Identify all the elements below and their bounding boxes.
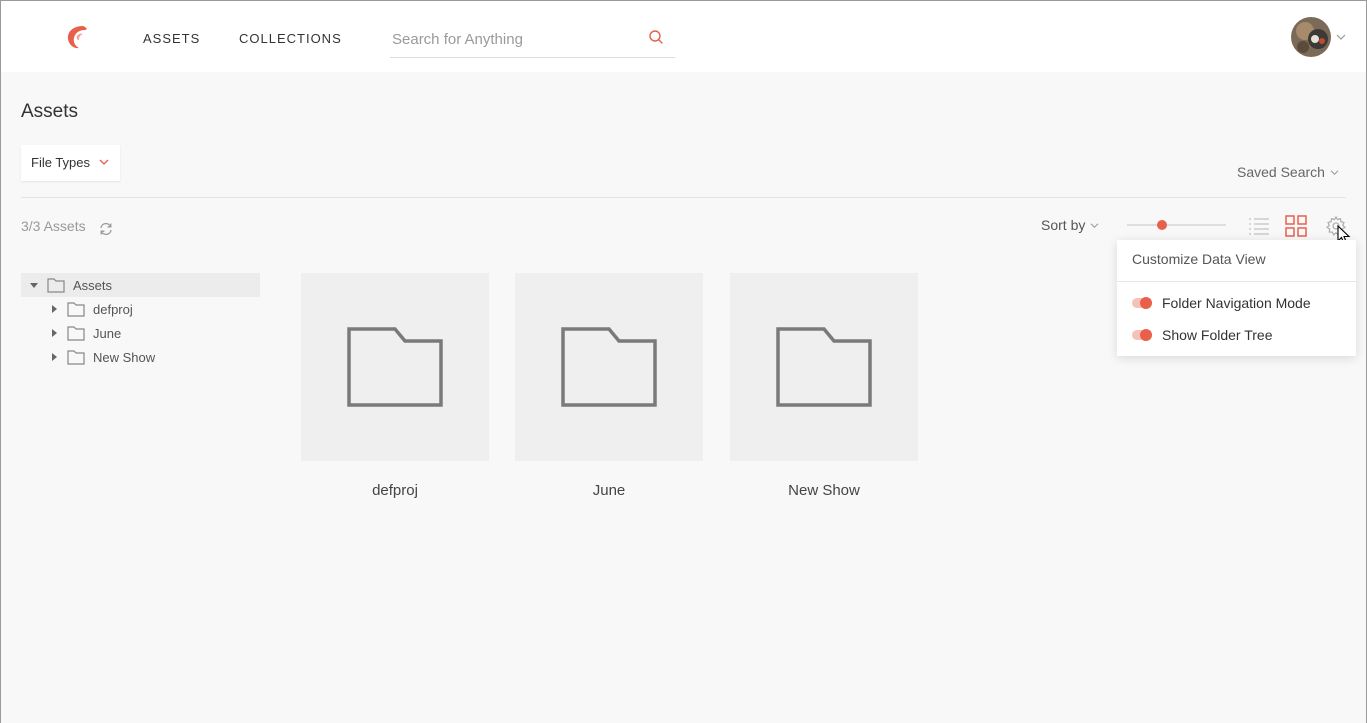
option-label: Folder Navigation Mode xyxy=(1162,295,1311,311)
option-label: Show Folder Tree xyxy=(1162,327,1273,343)
file-types-label: File Types xyxy=(31,155,91,170)
page-title: Assets xyxy=(21,101,79,122)
tree-item-label: defproj xyxy=(93,302,133,317)
nav-collections[interactable]: COLLECTIONS xyxy=(239,31,342,46)
search-icon[interactable] xyxy=(648,29,664,45)
folder-tree: Assets defproj June New Show xyxy=(21,273,260,369)
saved-search-dropdown[interactable]: Saved Search xyxy=(1237,164,1339,180)
sort-by-label: Sort by xyxy=(1041,217,1086,233)
folder-thumbnail[interactable] xyxy=(730,273,918,461)
chevron-down-icon[interactable] xyxy=(1335,31,1347,43)
folder-navigation-mode-toggle[interactable] xyxy=(1132,297,1152,309)
tree-item-label: June xyxy=(93,326,122,341)
option-show-folder-tree[interactable]: Show Folder Tree xyxy=(1132,325,1273,345)
caret-right-icon[interactable] xyxy=(50,305,58,313)
tree-item-label: Assets xyxy=(73,278,113,293)
tree-item-new-show[interactable]: New Show xyxy=(21,345,260,369)
tree-item-assets[interactable]: Assets xyxy=(21,273,260,297)
chevron-down-icon xyxy=(1330,169,1339,175)
panel-title: Customize Data View xyxy=(1132,251,1266,267)
folder-icon xyxy=(776,327,872,407)
tree-item-defproj[interactable]: defproj xyxy=(21,297,260,321)
folder-card-label: New Show xyxy=(788,482,860,499)
folder-thumbnail[interactable] xyxy=(301,273,489,461)
caret-down-icon[interactable] xyxy=(30,281,38,289)
chevron-down-icon xyxy=(99,159,109,165)
folder-card-new-show[interactable]: New Show xyxy=(730,273,918,499)
folder-icon xyxy=(47,278,65,293)
option-folder-navigation-mode[interactable]: Folder Navigation Mode xyxy=(1132,293,1311,313)
file-types-dropdown[interactable]: File Types xyxy=(21,145,120,181)
folder-icon xyxy=(561,327,657,407)
grid-view-icon[interactable] xyxy=(1285,215,1307,237)
saved-search-label: Saved Search xyxy=(1237,164,1325,180)
divider xyxy=(1117,281,1356,282)
search-bar xyxy=(390,21,675,58)
folder-card-label: June xyxy=(592,482,626,499)
tree-item-june[interactable]: June xyxy=(21,321,260,345)
asset-count: 3/3 Assets xyxy=(21,218,86,234)
show-folder-tree-toggle[interactable] xyxy=(1132,329,1152,341)
thumbnail-size-slider[interactable] xyxy=(1127,220,1226,230)
caret-right-icon[interactable] xyxy=(50,353,58,361)
folder-card-defproj[interactable]: defproj xyxy=(301,273,489,499)
user-avatar[interactable] xyxy=(1291,17,1331,57)
caret-right-icon[interactable] xyxy=(50,329,58,337)
brand-logo-icon[interactable] xyxy=(63,23,91,51)
folder-card-label: defproj xyxy=(372,482,418,499)
list-view-icon[interactable] xyxy=(1248,216,1270,236)
folder-thumbnail[interactable] xyxy=(515,273,703,461)
folder-card-june[interactable]: June xyxy=(515,273,703,499)
search-input[interactable] xyxy=(392,27,632,51)
folder-icon xyxy=(67,350,85,365)
refresh-icon[interactable] xyxy=(98,221,114,237)
customize-data-view-panel: Customize Data View Folder Navigation Mo… xyxy=(1117,240,1356,356)
sort-by-dropdown[interactable]: Sort by xyxy=(1041,217,1099,233)
folder-icon xyxy=(67,326,85,341)
slider-handle[interactable] xyxy=(1156,220,1167,230)
folder-icon xyxy=(67,302,85,317)
top-bar: ASSETS COLLECTIONS xyxy=(1,1,1366,72)
tree-item-label: New Show xyxy=(93,350,156,365)
chevron-down-icon xyxy=(1090,222,1099,228)
nav-assets[interactable]: ASSETS xyxy=(143,31,200,46)
folder-icon xyxy=(347,327,443,407)
divider xyxy=(21,197,1346,198)
